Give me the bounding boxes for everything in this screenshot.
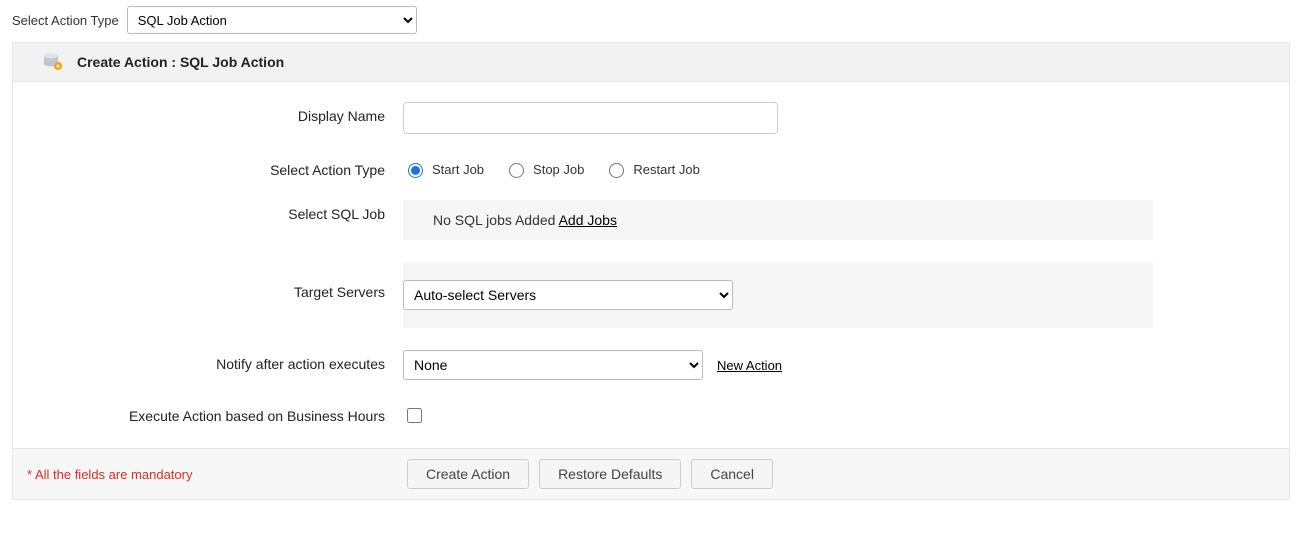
panel-title: Create Action : SQL Job Action bbox=[77, 54, 284, 70]
add-jobs-link[interactable]: Add Jobs bbox=[559, 212, 617, 228]
radio-restart-job[interactable]: Restart Job bbox=[604, 160, 699, 178]
display-name-label: Display Name bbox=[33, 102, 403, 124]
radio-start-job-label: Start Job bbox=[432, 162, 484, 177]
business-hours-checkbox[interactable] bbox=[407, 408, 422, 423]
radio-stop-job-label: Stop Job bbox=[533, 162, 584, 177]
cancel-button[interactable]: Cancel bbox=[691, 459, 773, 489]
target-servers-select[interactable]: Auto-select Servers bbox=[403, 280, 733, 310]
panel-header: Create Action : SQL Job Action bbox=[13, 43, 1289, 82]
notify-select[interactable]: None bbox=[403, 350, 703, 380]
mandatory-note: * All the fields are mandatory bbox=[27, 467, 407, 482]
radio-restart-job-label: Restart Job bbox=[633, 162, 699, 177]
business-hours-label: Execute Action based on Business Hours bbox=[33, 402, 403, 424]
sql-job-empty-text: No SQL jobs Added bbox=[433, 212, 559, 228]
notify-label: Notify after action executes bbox=[33, 350, 403, 372]
target-servers-label: Target Servers bbox=[33, 262, 403, 300]
database-gear-icon bbox=[43, 53, 63, 71]
radio-start-job[interactable]: Start Job bbox=[403, 160, 484, 178]
sql-job-label: Select SQL Job bbox=[33, 200, 403, 222]
create-action-panel: Create Action : SQL Job Action Display N… bbox=[12, 42, 1290, 500]
new-action-link[interactable]: New Action bbox=[717, 358, 782, 373]
restore-defaults-button[interactable]: Restore Defaults bbox=[539, 459, 681, 489]
action-type-label: Select Action Type bbox=[33, 156, 403, 178]
radio-stop-job[interactable]: Stop Job bbox=[504, 160, 584, 178]
panel-footer: * All the fields are mandatory Create Ac… bbox=[13, 448, 1289, 499]
display-name-input[interactable] bbox=[403, 102, 778, 134]
sql-job-box: No SQL jobs Added Add Jobs bbox=[403, 200, 1153, 240]
top-action-type-select[interactable]: SQL Job Action bbox=[127, 6, 417, 34]
create-action-button[interactable]: Create Action bbox=[407, 459, 529, 489]
top-action-type-label: Select Action Type bbox=[12, 13, 119, 28]
target-servers-box: Auto-select Servers bbox=[403, 262, 1153, 328]
